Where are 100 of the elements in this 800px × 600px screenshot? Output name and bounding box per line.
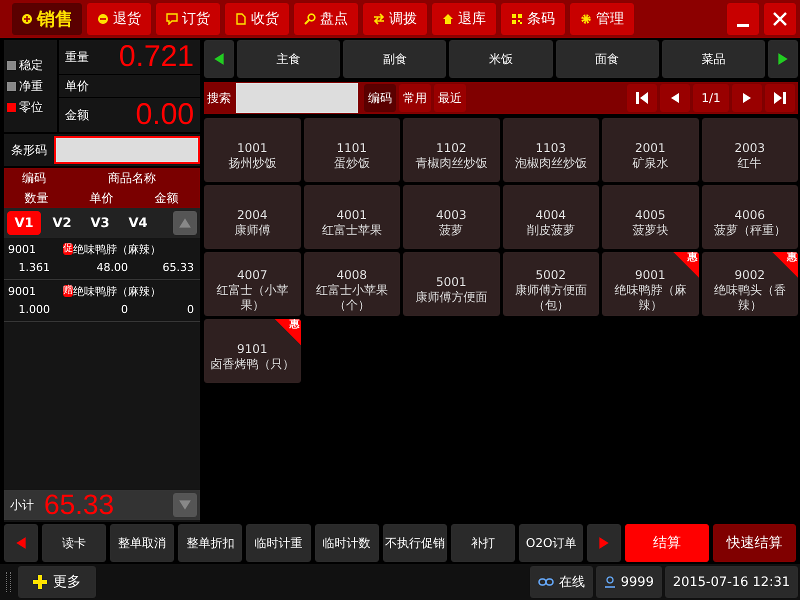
close-button[interactable]: [764, 3, 796, 35]
item-quantity: 1.361: [18, 260, 50, 274]
action-button[interactable]: 读卡: [42, 524, 106, 562]
left-arrow-icon: [212, 52, 226, 66]
item-price: 0: [120, 302, 128, 316]
promo-tag: 促: [63, 243, 73, 255]
action-button[interactable]: 临时计重: [246, 524, 311, 562]
minimize-icon: [737, 24, 749, 26]
nav-tab[interactable]: 退货: [87, 3, 151, 35]
action-button[interactable]: O2O订单: [519, 524, 584, 562]
nav-tab[interactable]: 退库: [432, 3, 496, 35]
item-code: 9001: [8, 242, 37, 256]
version-tab[interactable]: V2: [45, 211, 79, 235]
product-tile[interactable]: 4008 红富士小苹果（个）: [304, 252, 400, 316]
item-amount: 65.33: [162, 260, 194, 274]
product-tile[interactable]: 4005 菠萝块: [602, 185, 698, 249]
nav-tab[interactable]: 调拨: [363, 3, 427, 35]
nav-tab[interactable]: 收货: [225, 3, 289, 35]
version-tab[interactable]: V1: [7, 211, 41, 235]
barcode-field[interactable]: [54, 136, 200, 164]
action-button[interactable]: 补打: [450, 524, 516, 562]
action-button[interactable]: 不执行促销: [382, 524, 447, 562]
minus-circle-icon: [97, 13, 109, 25]
next-page-button[interactable]: [732, 84, 762, 112]
scale-reading: 0.00: [136, 98, 194, 132]
action-button[interactable]: 整单折扣: [178, 524, 242, 562]
column-header: 商品名称: [107, 170, 157, 186]
action-button[interactable]: 快速结算: [712, 524, 796, 562]
product-tile[interactable]: 2004 康师傅: [204, 185, 300, 249]
product-tile[interactable]: 5001 康师傅方便面: [403, 252, 500, 316]
product-tile[interactable]: 1102 青椒肉丝炒饭: [403, 118, 500, 182]
subtotal-label: 小计: [10, 496, 34, 514]
nav-tab[interactable]: 条码: [501, 3, 565, 35]
nav-tab[interactable]: 销售: [12, 3, 82, 35]
product-tile[interactable]: 4001 红富士苹果: [304, 185, 400, 249]
next-category-button[interactable]: [768, 40, 798, 78]
left-arrow-icon: [14, 536, 28, 550]
version-tab[interactable]: V3: [83, 211, 117, 235]
speech-bubble-icon: [166, 13, 178, 25]
product-tile[interactable]: 4006 菠萝（秤重）: [702, 185, 798, 249]
product-tile[interactable]: 1001 扬州炒饭: [204, 118, 300, 182]
more-button[interactable]: 更多: [18, 566, 96, 598]
search-label: 搜索: [207, 90, 231, 106]
plus-circle-icon: [21, 13, 33, 25]
last-page-button[interactable]: [765, 84, 795, 112]
gear-icon: [580, 13, 592, 25]
column-header: 编码: [21, 170, 47, 186]
item-code: 9001: [8, 284, 37, 298]
product-tile[interactable]: 1103 泡椒肉丝炒饭: [502, 118, 599, 182]
date-time: 2015-07-16 12:31: [664, 566, 798, 598]
plus-icon: [33, 575, 47, 589]
column-header: 单价: [88, 190, 114, 206]
item-quantity: 1.000: [18, 302, 50, 316]
home-icon: [442, 13, 454, 25]
first-page-button[interactable]: [627, 84, 657, 112]
next-actions-button[interactable]: [587, 524, 622, 562]
product-tile[interactable]: 4003 菠萝: [403, 185, 500, 249]
action-button[interactable]: 临时计数: [314, 524, 379, 562]
document-icon: [235, 13, 247, 25]
product-tile[interactable]: 5002 康师傅方便面（包）: [502, 252, 599, 316]
barcode-label: 条形码: [10, 142, 48, 158]
subtotal-value: 65.33: [44, 489, 116, 521]
product-tile[interactable]: 1101 蛋炒饭: [304, 118, 400, 182]
nav-tab[interactable]: 盘点: [294, 3, 358, 35]
previous-category-button[interactable]: [204, 40, 234, 78]
product-tile[interactable]: 4004 削皮菠萝: [502, 185, 599, 249]
product-tile[interactable]: 2001 矿泉水: [602, 118, 698, 182]
nav-tab[interactable]: 订货: [156, 3, 220, 35]
product-tile[interactable]: 2003 红牛: [702, 118, 798, 182]
left-arrow-icon: [669, 92, 681, 104]
category-tab[interactable]: 副食: [343, 40, 446, 78]
filter-tab[interactable]: 编码: [364, 84, 396, 112]
search-field[interactable]: [236, 83, 358, 113]
category-tab[interactable]: 菜品: [662, 40, 766, 78]
user-icon: [604, 576, 616, 588]
search-icon: [304, 13, 316, 25]
first-page-icon: [635, 91, 649, 105]
action-button[interactable]: 整单取消: [110, 524, 174, 562]
version-tab[interactable]: V4: [121, 211, 155, 235]
indicator-label: 稳定: [19, 56, 43, 74]
action-button[interactable]: 结算: [625, 524, 709, 562]
minimize-button[interactable]: [727, 3, 759, 35]
previous-page-button[interactable]: [660, 84, 690, 112]
link-icon: [538, 577, 554, 587]
qr-code-icon: [511, 13, 523, 25]
promo-tag: 赠: [63, 285, 73, 297]
filter-tab[interactable]: 最近: [434, 84, 466, 112]
column-header: 金额: [154, 190, 180, 206]
close-icon: [772, 11, 788, 27]
category-tab[interactable]: 面食: [556, 40, 659, 78]
category-tab[interactable]: 主食: [237, 40, 340, 78]
connection-status: 在线: [530, 566, 593, 598]
category-tab[interactable]: 米饭: [449, 40, 553, 78]
right-arrow-icon: [741, 92, 753, 104]
filter-tab[interactable]: 常用: [399, 84, 431, 112]
previous-actions-button[interactable]: [4, 524, 38, 562]
item-price: 48.00: [96, 260, 128, 274]
right-arrow-icon: [597, 536, 612, 550]
nav-tab[interactable]: 管理: [570, 3, 634, 35]
product-tile[interactable]: 4007 红富士（小苹果）: [204, 252, 300, 316]
